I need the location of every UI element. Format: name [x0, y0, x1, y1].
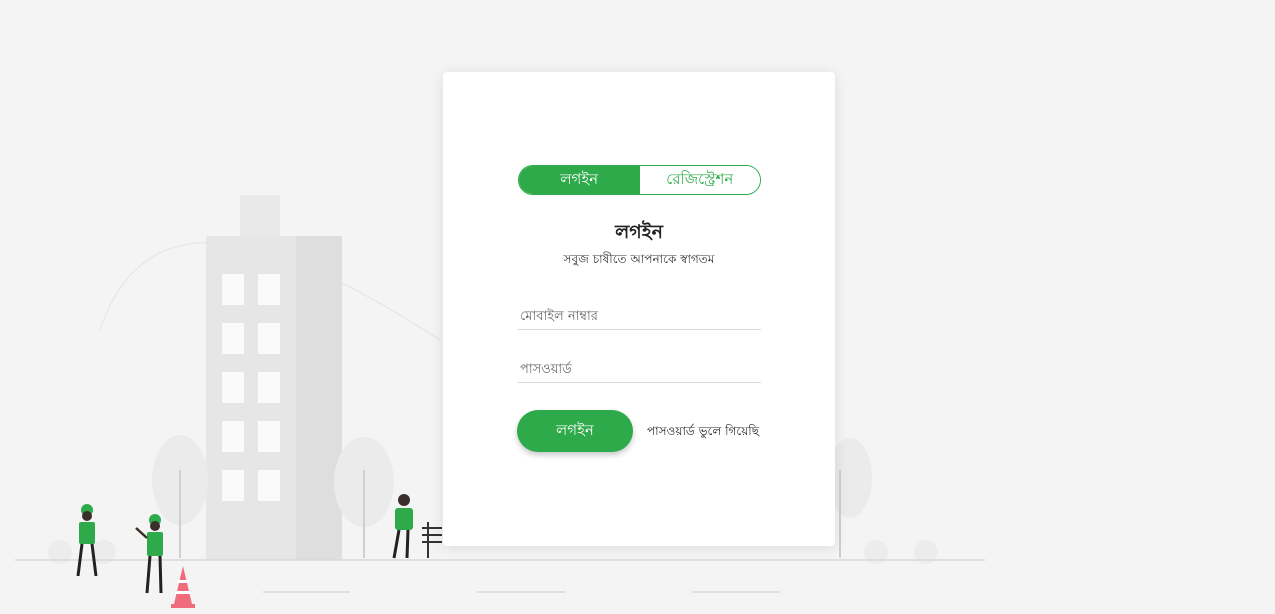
- auth-tabs: লগইন রেজিস্ট্রেশন: [518, 165, 761, 195]
- worker-icon: [76, 504, 98, 577]
- login-card: লগইন রেজিস্ট্রেশন লগইন সবুজ চাষীতে আপনাক…: [443, 72, 835, 546]
- forgot-password-link[interactable]: পাসওয়ার্ড ভুলে গিয়েছি: [647, 423, 759, 443]
- password-input[interactable]: [518, 357, 761, 383]
- tab-login[interactable]: লগইন: [519, 166, 640, 194]
- tree-icon: [334, 437, 394, 558]
- tab-registration[interactable]: রেজিস্ট্রেশন: [639, 166, 760, 194]
- welcome-subtitle: সবুজ চাষীতে আপনাকে স্বাগতম: [563, 252, 715, 266]
- mobile-number-input[interactable]: [518, 304, 761, 330]
- building-icon: [206, 195, 342, 560]
- page-title: লগইন: [615, 221, 663, 243]
- worker-icon: [392, 494, 413, 559]
- worker-icon: [135, 514, 163, 594]
- login-button[interactable]: লগইন: [517, 410, 633, 452]
- traffic-cone-icon: [171, 566, 195, 608]
- sign-icon: [422, 522, 442, 558]
